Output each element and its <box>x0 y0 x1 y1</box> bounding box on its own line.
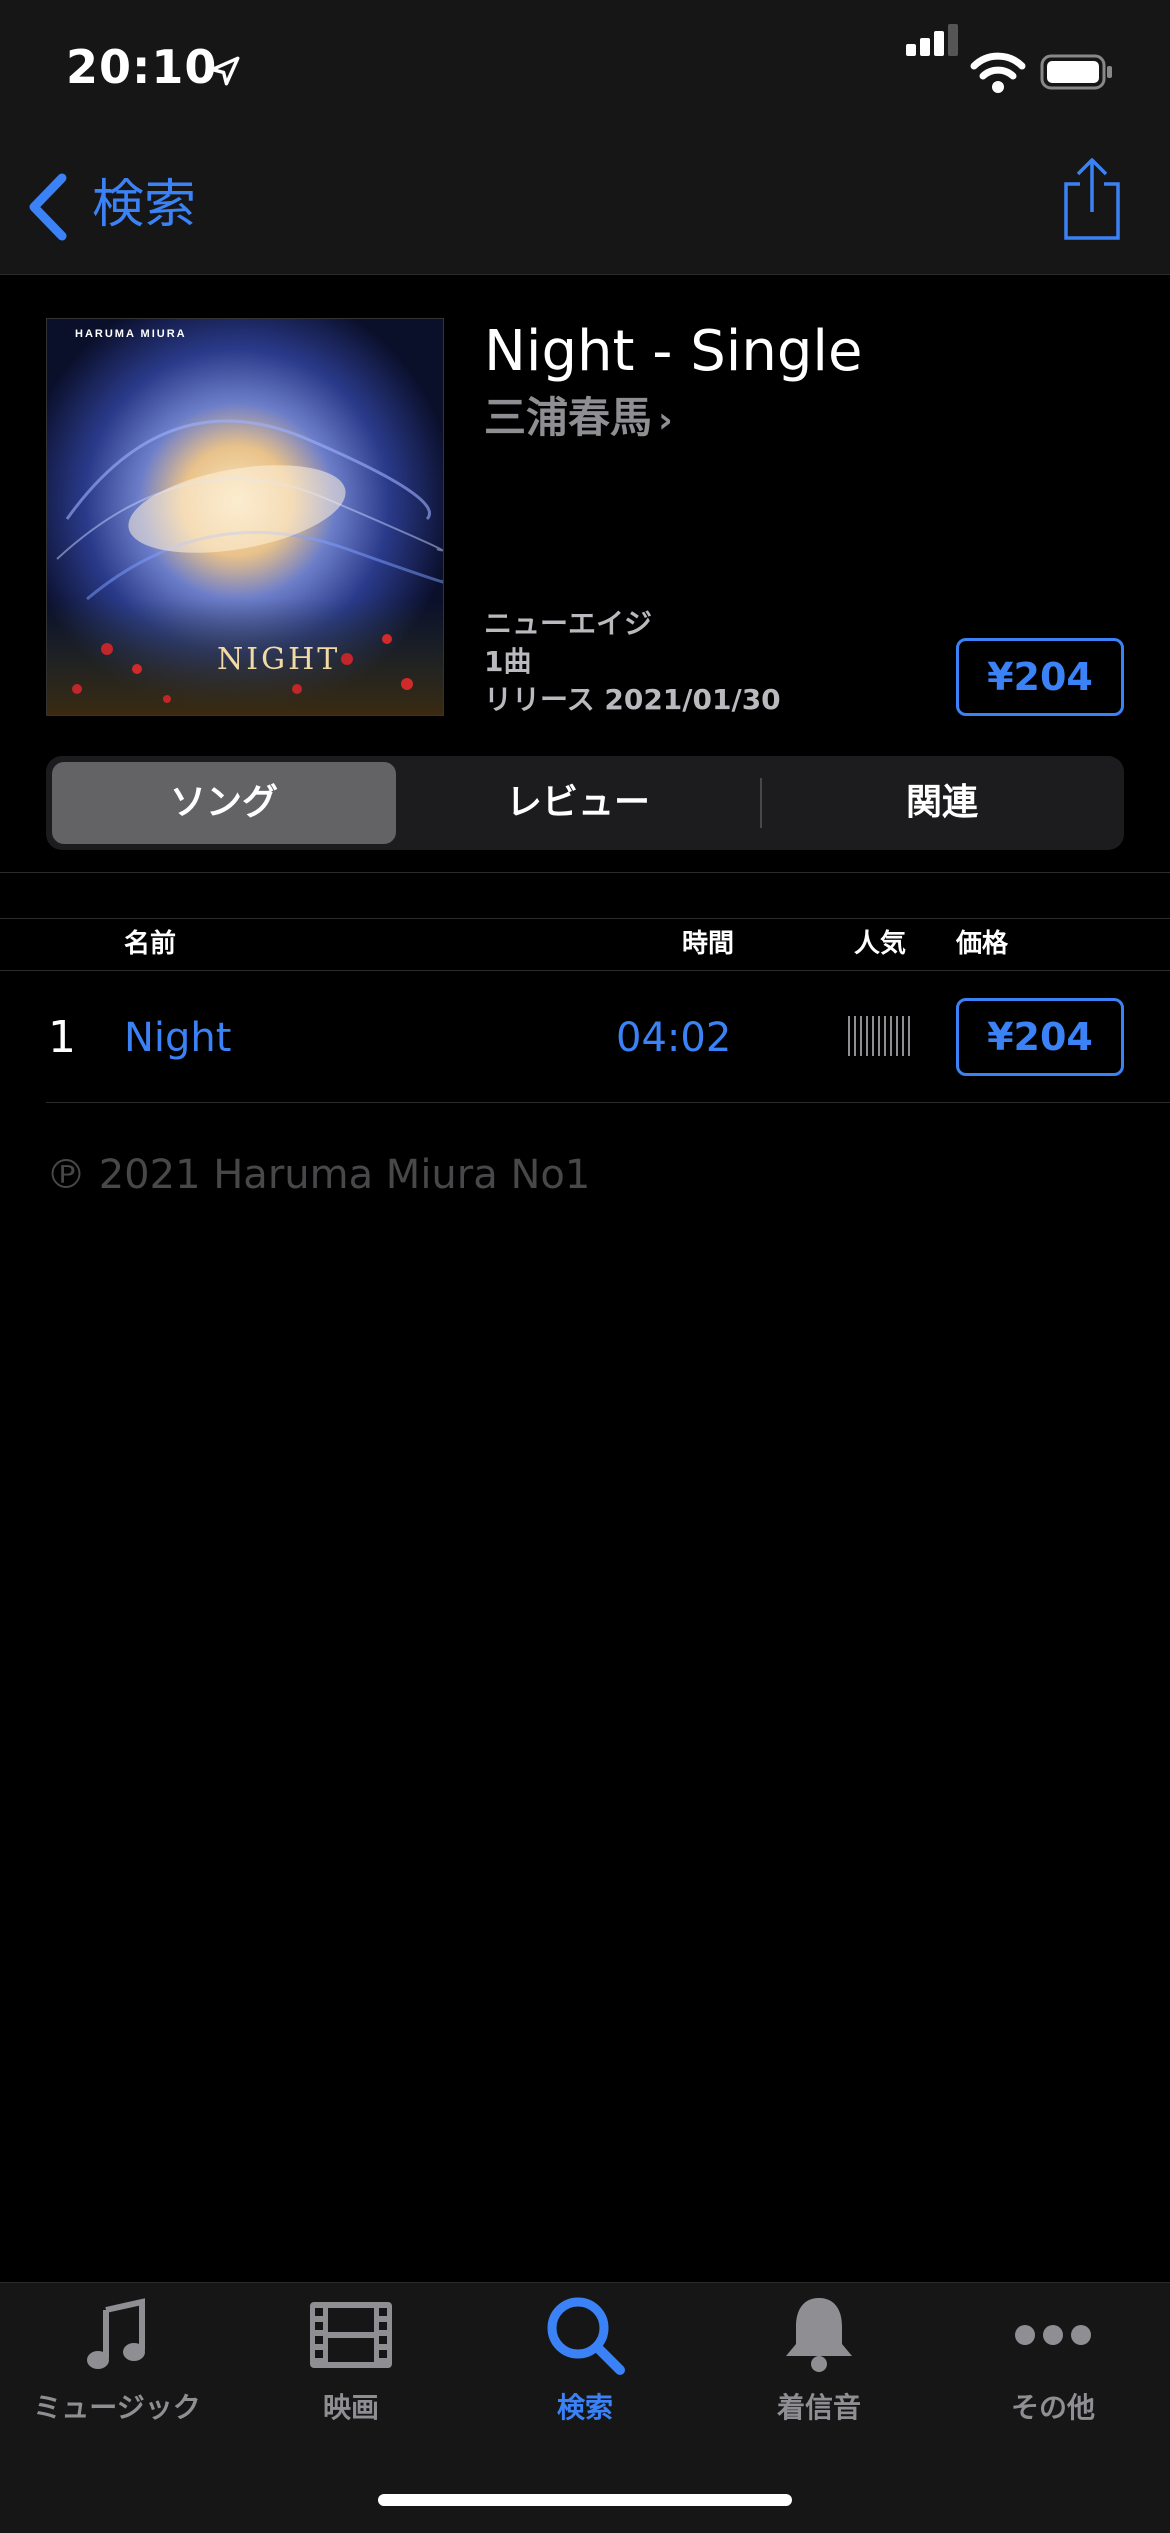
tab-movies[interactable]: 映画 <box>234 2290 468 2426</box>
album-price-button[interactable]: ¥204 <box>956 638 1124 716</box>
segment-divider <box>760 778 762 828</box>
tab-music[interactable]: ミュージック <box>0 2290 234 2426</box>
segment-reviews[interactable]: レビュー <box>402 762 754 844</box>
divider <box>0 918 1170 919</box>
battery-icon <box>1040 54 1112 90</box>
artist-link[interactable]: 三浦春馬 › <box>484 390 673 449</box>
track-duration: 04:02 <box>616 1015 732 1061</box>
tab-label: ミュージック <box>33 2391 201 2424</box>
tab-label: 映画 <box>322 2391 379 2424</box>
column-header-popularity: 人気 <box>854 929 907 959</box>
back-button[interactable]: 検索 <box>92 170 196 240</box>
track-price-button[interactable]: ¥204 <box>956 998 1124 1076</box>
track-number: 1 <box>48 1012 76 1063</box>
share-icon[interactable] <box>1062 156 1122 242</box>
divider <box>46 1102 1170 1103</box>
popularity-bar <box>848 1016 914 1056</box>
divider <box>0 970 1170 971</box>
back-chevron-icon[interactable] <box>26 172 70 242</box>
tab-more[interactable]: その他 <box>936 2290 1170 2426</box>
segment-songs[interactable]: ソング <box>52 762 396 844</box>
segmented-control: ソング レビュー 関連 <box>46 756 1124 850</box>
tab-label: その他 <box>1010 2391 1095 2424</box>
segment-related[interactable]: 関連 <box>766 762 1118 844</box>
more-icon <box>1015 2325 1091 2345</box>
genre-label: ニューエイジ <box>484 607 653 640</box>
tab-ringtones[interactable]: 着信音 <box>702 2290 936 2426</box>
film-icon <box>310 2302 392 2368</box>
release-date-label: リリース 2021/01/30 <box>484 683 781 716</box>
search-icon <box>547 2297 625 2375</box>
location-arrow-icon <box>210 56 240 86</box>
column-header-price: 価格 <box>956 929 1009 959</box>
artwork-artist-text: HARUMA MIURA <box>75 328 187 340</box>
status-time: 20:10 <box>66 40 218 94</box>
album-title: Night - Single <box>484 319 863 384</box>
track-name[interactable]: Night <box>124 1008 231 1068</box>
chevron-right-icon: › <box>658 400 673 441</box>
artwork-image: HARUMA MIURA NIGHT <box>47 319 443 715</box>
artist-name[interactable]: 三浦春馬 <box>484 393 652 442</box>
divider <box>0 872 1170 873</box>
track-count-label: 1曲 <box>484 645 532 678</box>
home-indicator[interactable] <box>378 2494 792 2506</box>
tab-label: 着信音 <box>776 2391 861 2424</box>
column-header-time: 時間 <box>682 929 735 959</box>
wifi-icon <box>970 52 1026 93</box>
music-note-icon <box>87 2298 145 2369</box>
copyright-text: ℗ 2021 Haruma Miura No1 <box>46 1152 591 1198</box>
bell-icon <box>786 2298 852 2372</box>
artwork-title-text: NIGHT <box>217 642 340 677</box>
tab-label: 検索 <box>556 2391 613 2424</box>
tab-search[interactable]: 検索 <box>468 2290 702 2426</box>
album-artwork[interactable]: HARUMA MIURA NIGHT <box>46 318 444 716</box>
column-header-name: 名前 <box>124 929 177 959</box>
